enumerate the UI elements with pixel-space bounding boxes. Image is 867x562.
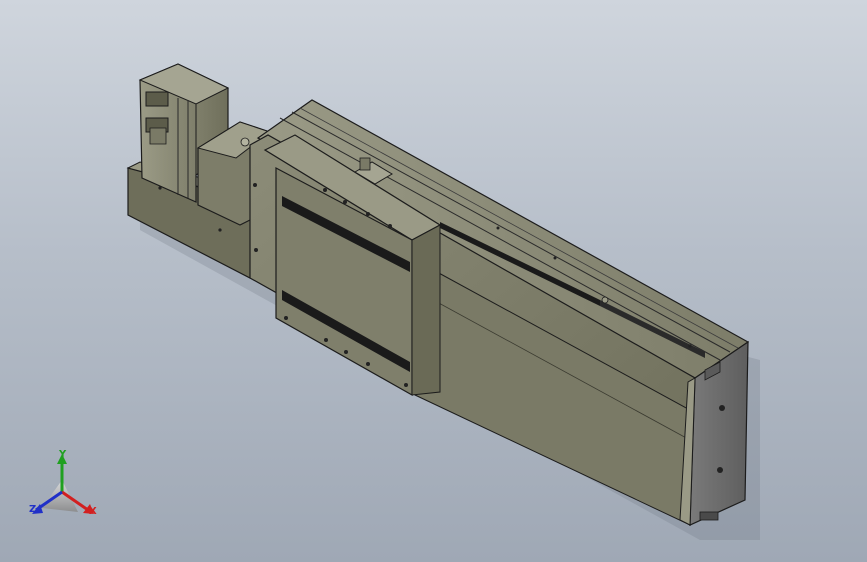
- cad-3d-viewport[interactable]: Y X Z: [0, 0, 867, 562]
- axis-triad[interactable]: [20, 450, 130, 530]
- triad-z-label: Z: [29, 504, 37, 515]
- model-drawing[interactable]: [0, 0, 867, 562]
- triad-y-label: Y: [59, 449, 67, 460]
- triad-x-label: X: [89, 506, 97, 517]
